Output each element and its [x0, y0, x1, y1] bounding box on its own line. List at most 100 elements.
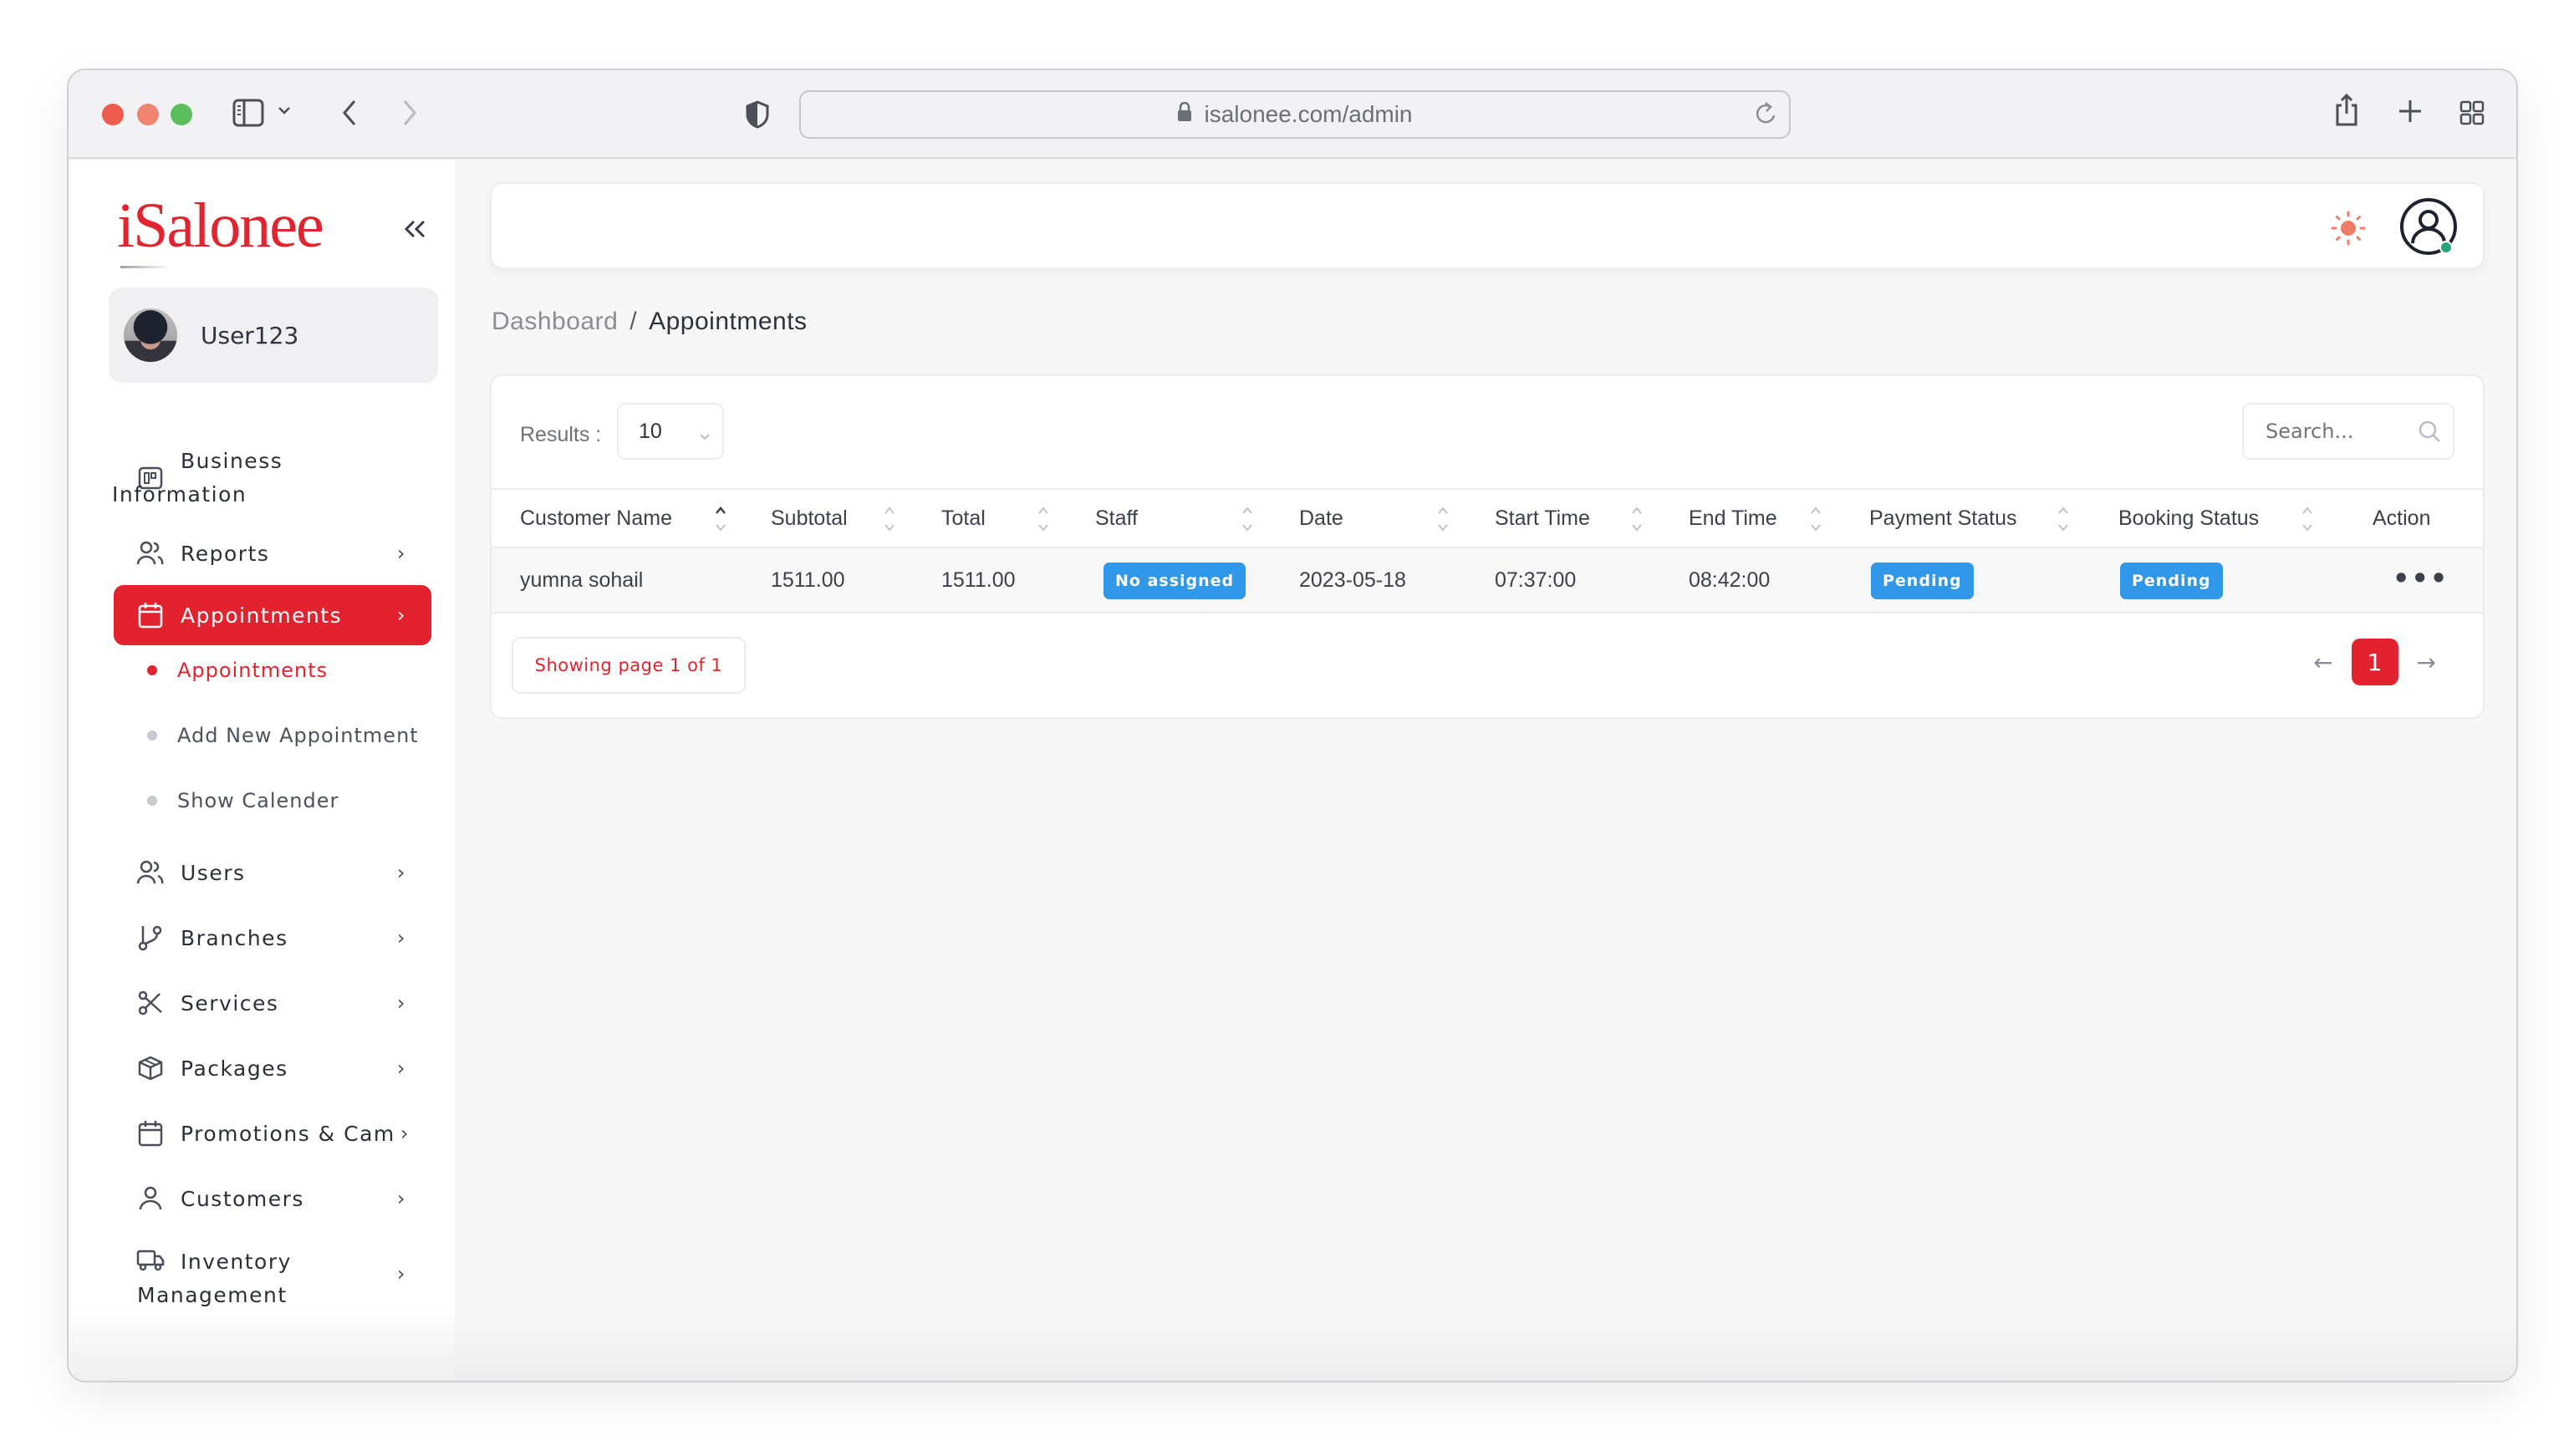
table-header-row: Customer Name Subtotal Total Staff Date …	[492, 488, 2483, 548]
sidebar-item-label: Inventory Management	[137, 1250, 292, 1307]
maximize-window-button[interactable]	[171, 104, 192, 125]
more-actions-icon[interactable]: •••	[2393, 565, 2449, 592]
url-text: isalonee.com/admin	[1204, 101, 1413, 127]
package-box-icon	[135, 1053, 166, 1083]
online-status-indicator	[2439, 241, 2453, 254]
cell-date: 2023-05-18	[1299, 568, 1406, 592]
sun-icon	[2331, 211, 2366, 246]
breadcrumb-dashboard[interactable]: Dashboard	[492, 308, 618, 335]
share-icon[interactable]	[2334, 94, 2359, 127]
breadcrumb-current: Appointments	[649, 308, 808, 335]
browser-window: isalonee.com/admin iSalonee User123 Busi…	[67, 69, 2518, 1382]
reload-icon[interactable]	[1754, 100, 1779, 133]
minimize-window-button[interactable]	[137, 104, 159, 125]
forward-arrow-icon[interactable]	[401, 99, 418, 127]
chevron-down-icon[interactable]	[278, 105, 291, 115]
sidebar-item-inventory-management[interactable]: Inventory Management ›	[114, 1242, 431, 1312]
sidebar-item-users[interactable]: Users ›	[114, 854, 431, 891]
search-icon[interactable]	[2418, 420, 2441, 448]
sidebar-item-services[interactable]: Services ›	[114, 985, 431, 1021]
tab-overview-icon[interactable]	[2459, 100, 2485, 125]
sidebar-item-customers[interactable]: Customers ›	[114, 1180, 431, 1217]
sidebar-subitem-add-new-appointment[interactable]: Add New Appointment	[147, 724, 419, 747]
search-input[interactable]	[2266, 420, 2408, 443]
sidebar-item-packages[interactable]: Packages ›	[114, 1050, 431, 1087]
search-field[interactable]	[2242, 403, 2454, 460]
sidebar-subitem-appointments[interactable]: Appointments	[147, 659, 328, 682]
sort-icon[interactable]	[2057, 503, 2070, 535]
close-window-button[interactable]	[102, 104, 124, 125]
content-scroll-fade	[455, 1322, 2516, 1381]
logo-underline	[120, 266, 171, 268]
chevron-right-icon: ›	[396, 926, 406, 949]
sidebar-item-label: Business Information	[112, 449, 283, 507]
sort-icon[interactable]	[714, 503, 727, 535]
page-button-current[interactable]: 1	[2351, 639, 2398, 685]
sidebar-subitem-label: Appointments	[177, 659, 329, 682]
column-header-subtotal[interactable]: Subtotal	[771, 507, 848, 531]
address-bar[interactable]: isalonee.com/admin	[799, 90, 1791, 139]
shield-icon[interactable]	[746, 100, 769, 129]
previous-page-arrow-icon[interactable]: ←	[2313, 649, 2332, 676]
user-name: User123	[201, 321, 299, 349]
chevron-right-icon: ›	[396, 603, 406, 627]
column-header-booking-status[interactable]: Booking Status	[2118, 507, 2259, 531]
brand-logo[interactable]: iSalonee	[117, 194, 324, 257]
sidebar-item-business-information[interactable]: Business Information	[112, 445, 431, 512]
sidebar-item-label: Promotions & Camp	[181, 1121, 396, 1146]
column-header-staff[interactable]: Staff	[1095, 507, 1138, 531]
table-row[interactable]: yumna sohail 1511.00 1511.00 No assigned…	[492, 548, 2483, 613]
sort-icon[interactable]	[1241, 503, 1254, 535]
cell-total: 1511.00	[941, 568, 1016, 592]
sidebar-item-label: Services	[181, 990, 279, 1016]
sort-icon[interactable]	[2301, 503, 2314, 535]
sidebar: iSalonee User123 Business Information Re…	[69, 160, 455, 1381]
calendar-icon	[135, 1118, 166, 1148]
column-header-date[interactable]: Date	[1299, 507, 1343, 531]
lock-icon	[1177, 101, 1192, 128]
theme-toggle-button[interactable]	[2331, 211, 2366, 249]
results-per-page-value: 10	[639, 419, 662, 443]
next-page-arrow-icon[interactable]: →	[2417, 649, 2436, 676]
sidebar-toggle-icon[interactable]	[232, 99, 264, 127]
column-header-action: Action	[2373, 507, 2431, 530]
column-header-end-time[interactable]: End Time	[1689, 507, 1777, 531]
bullet-dot	[147, 796, 157, 806]
chevron-right-icon: ›	[396, 1056, 406, 1080]
chevron-right-icon: ›	[400, 1122, 410, 1145]
user-icon	[135, 1184, 166, 1214]
column-header-payment-status[interactable]: Payment Status	[1869, 507, 2016, 531]
sort-icon[interactable]	[1436, 503, 1450, 535]
user-profile-card[interactable]: User123	[109, 288, 438, 383]
sidebar-item-label: Users	[181, 860, 246, 885]
breadcrumb: Dashboard / Appointments	[492, 308, 808, 336]
sort-icon[interactable]	[1809, 503, 1822, 535]
cell-end-time: 08:42:00	[1689, 568, 1771, 592]
results-per-page-select[interactable]: 10	[617, 403, 724, 460]
booking-status-badge: Pending	[2120, 563, 2223, 599]
sidebar-item-label: Branches	[181, 925, 288, 950]
sort-icon[interactable]	[883, 503, 896, 535]
column-header-total[interactable]: Total	[941, 507, 986, 531]
sidebar-item-promotions[interactable]: Promotions & Camp ›	[114, 1115, 431, 1152]
collapse-sidebar-button[interactable]	[403, 219, 426, 242]
sidebar-item-reports[interactable]: Reports ›	[114, 535, 431, 572]
column-header-customer-name[interactable]: Customer Name	[520, 507, 672, 531]
sidebar-item-branches[interactable]: Branches ›	[114, 919, 431, 956]
sidebar-scroll-fade	[69, 1306, 455, 1381]
pagination-info: Showing page 1 of 1	[512, 637, 746, 694]
calendar-icon	[135, 600, 166, 630]
sidebar-subitem-show-calender[interactable]: Show Calender	[147, 789, 339, 812]
sort-icon[interactable]	[1037, 503, 1050, 535]
back-arrow-icon[interactable]	[341, 99, 358, 127]
cell-subtotal: 1511.00	[771, 568, 845, 592]
sidebar-item-label: Customers	[181, 1186, 304, 1211]
avatar	[124, 308, 177, 362]
sort-icon[interactable]	[1630, 503, 1644, 535]
sidebar-item-appointments[interactable]: Appointments ›	[114, 585, 431, 645]
sidebar-item-label: Packages	[181, 1056, 288, 1081]
column-header-start-time[interactable]: Start Time	[1495, 507, 1590, 531]
new-tab-icon[interactable]	[2398, 99, 2423, 124]
bullet-dot	[147, 665, 157, 675]
breadcrumb-separator: /	[629, 308, 638, 335]
